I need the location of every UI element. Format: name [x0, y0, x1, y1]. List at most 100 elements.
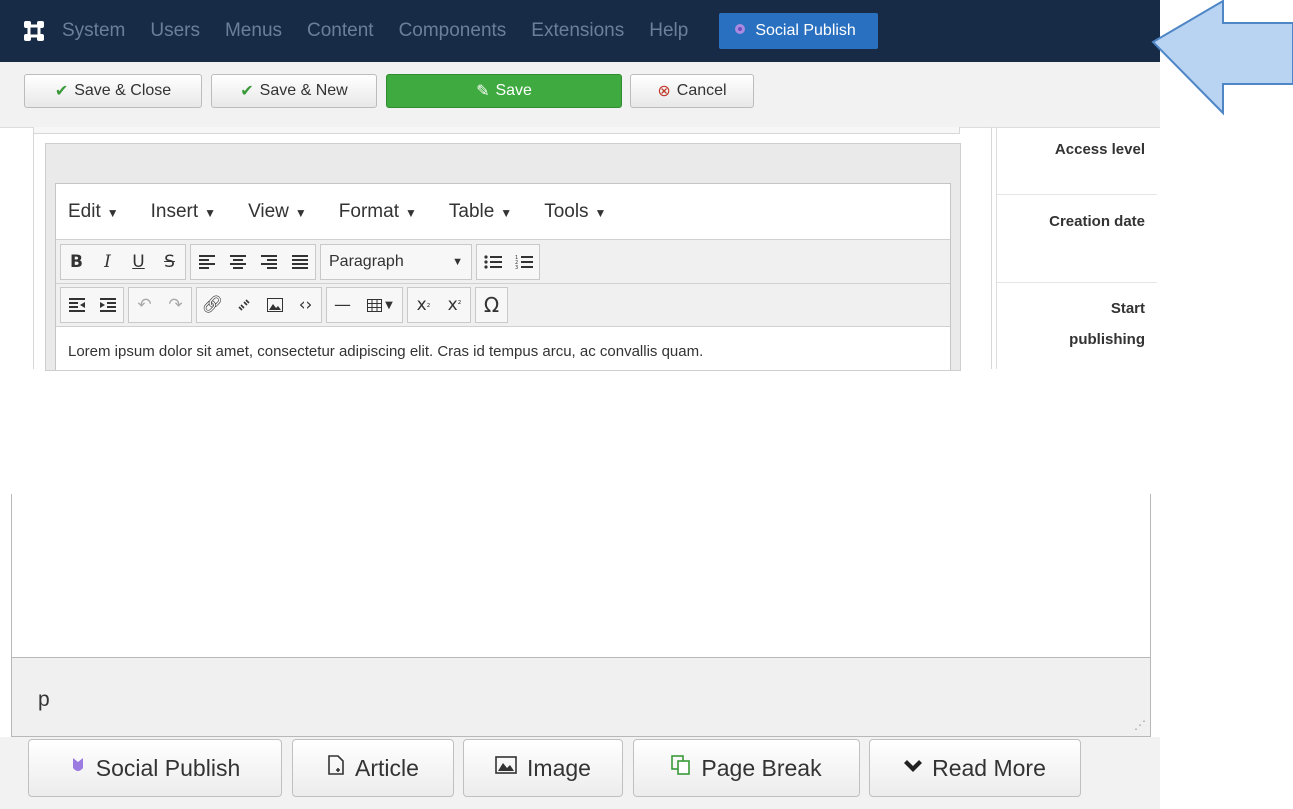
- start-publishing-label-2: publishing: [1069, 331, 1145, 348]
- action-toolbar: ✔ Save & Close ✔ Save & New ✎ Save ⊗ Can…: [0, 62, 1160, 128]
- menu-format[interactable]: Format ▼: [339, 201, 417, 223]
- editor-menubar: Edit ▼ Insert ▼ View ▼ Format ▼ Table ▼ Tools…: [56, 184, 950, 240]
- element-path[interactable]: p: [38, 688, 50, 712]
- nav-extensions[interactable]: Extensions: [531, 20, 624, 42]
- horizontal-rule-icon[interactable]: —: [327, 289, 358, 321]
- nav-social-publish-label: Social Publish: [755, 22, 856, 39]
- menu-view[interactable]: View ▼: [248, 201, 307, 223]
- menu-edit[interactable]: Edit ▼: [68, 201, 119, 223]
- edit-icon: ✎: [476, 83, 490, 100]
- page-break-button[interactable]: Page Break: [633, 739, 860, 797]
- svg-text:3: 3: [515, 265, 518, 270]
- history-group: ↶ ↷: [128, 287, 192, 323]
- bullet-list-icon[interactable]: [477, 246, 508, 278]
- block-format-value: Paragraph: [329, 252, 404, 270]
- undo-icon[interactable]: ↶: [129, 289, 160, 321]
- editor-content[interactable]: Lorem ipsum dolor sit amet, consectetur …: [56, 327, 950, 360]
- copy-icon: [671, 755, 691, 781]
- cancel-label: Cancel: [676, 82, 727, 99]
- omega-icon[interactable]: Ω: [476, 289, 507, 321]
- link-icon[interactable]: 🔗︎: [197, 289, 228, 321]
- check-icon: ✔: [240, 83, 254, 100]
- save-new-button[interactable]: ✔ Save & New: [211, 74, 377, 108]
- editor-statusbar: p ⋰: [11, 657, 1151, 737]
- chevron-down-icon: ▼: [452, 255, 463, 268]
- indent-icon[interactable]: [92, 289, 123, 321]
- outdent-icon[interactable]: [61, 289, 92, 321]
- code-icon[interactable]: ‹›: [290, 289, 321, 321]
- insert-group: 🔗︎ ‹›: [196, 287, 322, 323]
- align-right-icon[interactable]: [253, 246, 284, 278]
- menu-tools[interactable]: Tools ▼: [544, 201, 606, 223]
- bold-icon[interactable]: B: [61, 246, 92, 278]
- redo-icon[interactable]: ↷: [160, 289, 191, 321]
- nav-content[interactable]: Content: [307, 20, 374, 42]
- nav-menus[interactable]: Menus: [225, 20, 282, 42]
- list-group: 123: [476, 243, 540, 280]
- align-center-icon[interactable]: [222, 246, 253, 278]
- file-add-icon: [327, 755, 345, 781]
- hr-table-group: — ▼: [326, 287, 403, 323]
- editor-buttons-bar: Social Publish Article Image Page Break …: [0, 737, 1160, 809]
- page-break-label: Page Break: [701, 754, 822, 781]
- numbered-list-icon[interactable]: 123: [508, 246, 539, 278]
- save-label: Save: [495, 82, 532, 99]
- nav-help[interactable]: Help: [649, 20, 688, 42]
- save-new-label: Save & New: [259, 82, 348, 99]
- top-navbar: System Users Menus Content Components Ex…: [0, 0, 1160, 62]
- underline-icon[interactable]: U: [123, 246, 154, 278]
- block-format-select[interactable]: Paragraph ▼: [320, 243, 472, 280]
- joomla-logo-icon[interactable]: [14, 11, 54, 51]
- publishing-sidebar: Access level Creation date Start publish…: [996, 127, 1157, 369]
- save-close-label: Save & Close: [74, 82, 172, 99]
- article-button[interactable]: Article: [292, 739, 454, 797]
- start-publishing-row: Start publishing: [997, 282, 1157, 369]
- italic-icon[interactable]: I: [92, 246, 123, 278]
- creation-date-label: Creation date: [1049, 213, 1145, 230]
- read-more-button[interactable]: Read More: [869, 739, 1081, 797]
- picture-icon: [495, 756, 517, 780]
- article-label: Article: [355, 754, 419, 781]
- menu-insert[interactable]: Insert ▼: [151, 201, 216, 223]
- nav-users[interactable]: Users: [150, 20, 200, 42]
- editor-toolbar-row-2: ↶ ↷ 🔗︎ ‹› — ▼ x₂ x² Ω: [56, 284, 950, 327]
- social-publish-label: Social Publish: [95, 754, 241, 781]
- access-level-row: Access level: [997, 127, 1157, 195]
- script-group: x₂ x²: [407, 287, 471, 323]
- nav-system[interactable]: System: [62, 20, 125, 42]
- alignment-group: [190, 243, 316, 280]
- start-publishing-label-1: Start: [1110, 300, 1145, 317]
- pointer-arrow-icon: [1151, 0, 1293, 116]
- cancel-button[interactable]: ⊗ Cancel: [630, 74, 754, 108]
- social-publish-button[interactable]: Social Publish: [28, 739, 282, 797]
- save-close-button[interactable]: ✔ Save & Close: [24, 74, 202, 108]
- read-more-label: Read More: [932, 754, 1046, 781]
- save-button[interactable]: ✎ Save: [386, 74, 622, 108]
- special-char-group: Ω: [475, 287, 508, 323]
- social-publish-icon: [70, 756, 86, 780]
- unlink-icon[interactable]: [228, 289, 259, 321]
- editor-toolbar-row-1: B I U S Paragraph ▼ 1 2 3: [56, 240, 950, 284]
- access-level-label: Access level: [1054, 141, 1145, 158]
- menu-table[interactable]: Table ▼: [449, 201, 512, 223]
- cancel-icon: ⊗: [657, 83, 671, 100]
- tab-strip: [33, 127, 960, 134]
- resize-handle-icon[interactable]: ⋰: [1134, 718, 1146, 732]
- strikethrough-icon[interactable]: S: [154, 246, 185, 278]
- nav-social-publish-button[interactable]: Social Publish: [719, 13, 878, 49]
- social-publish-icon: [733, 22, 747, 41]
- chevron-down-icon: [904, 757, 923, 780]
- align-justify-icon[interactable]: [284, 246, 315, 278]
- superscript-icon[interactable]: x²: [439, 289, 470, 321]
- table-icon[interactable]: ▼: [358, 289, 402, 321]
- nav-components[interactable]: Components: [399, 20, 507, 42]
- image-button[interactable]: Image: [463, 739, 623, 797]
- subscript-icon[interactable]: x₂: [408, 289, 439, 321]
- check-icon: ✔: [54, 83, 69, 100]
- image-icon[interactable]: [259, 289, 290, 321]
- rich-text-editor: Edit ▼ Insert ▼ View ▼ Format ▼ Table ▼ Tools…: [55, 183, 951, 370]
- image-label: Image: [527, 754, 591, 781]
- align-left-icon[interactable]: [191, 246, 222, 278]
- text-style-group: B I U S: [60, 243, 186, 280]
- indent-group: [60, 287, 124, 323]
